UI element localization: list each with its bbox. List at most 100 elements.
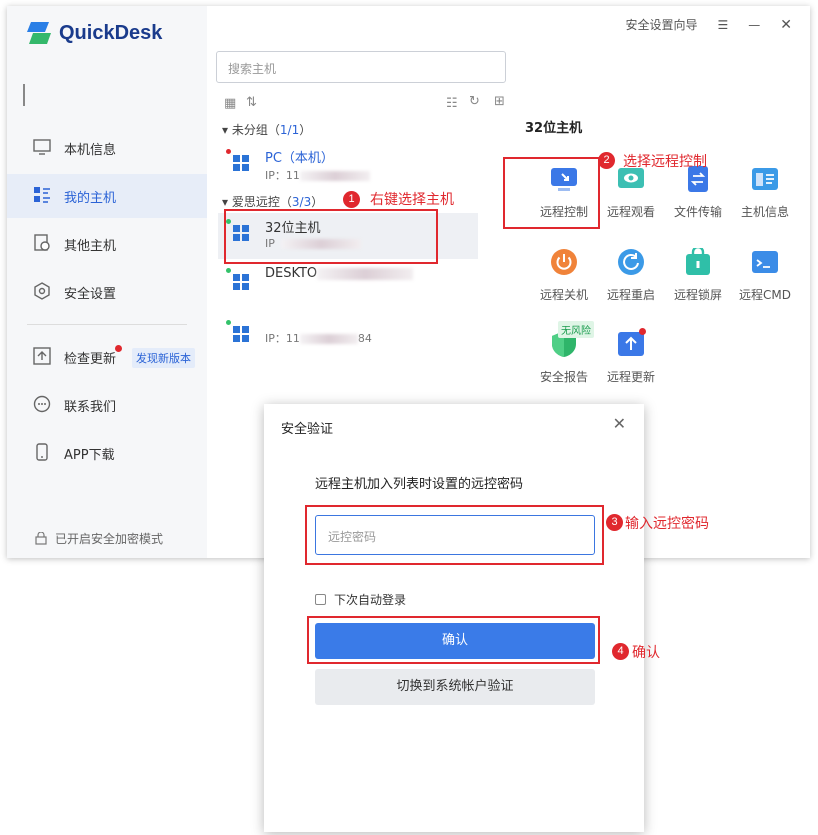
sidebar-item-app-download[interactable]: APP下载 [7,431,207,475]
monitor-icon [33,139,51,155]
highlight-box-remote-control [503,157,600,229]
sidebar-item-label: 检查更新 [64,352,117,367]
close-icon[interactable]: ✕ [780,17,792,33]
app-logo: QuickDesk [25,20,162,46]
lock-icon [35,532,47,545]
screenshot-stage: QuickDesk 本机信息 我的主机 其他主机 安全设置 检查更新 发现新版本… [0,0,818,835]
sidebar-item-label: 联系我们 [64,400,117,415]
sort-icon[interactable]: ⇅ [246,95,257,110]
annotation-text: 确认 [632,645,660,661]
annotation-text: 输入远控密码 [625,516,709,532]
host-item-desktop[interactable]: DESKTO [218,262,478,308]
app-name: QuickDesk [59,21,163,44]
list-view-icon[interactable]: ☷ [446,96,458,111]
sidebar-item-contact[interactable]: 联系我们 [7,383,207,427]
group-count: 1/1 [279,123,300,137]
windows-icon [233,274,249,290]
chat-icon [33,395,51,413]
step-number: 4 [612,643,629,660]
ip-redaction [299,171,370,181]
action-remote-shutdown[interactable]: 远程关机 [528,244,600,314]
action-remote-view[interactable]: 远程观看 [595,161,667,231]
auto-login-checkbox[interactable]: 下次自动登录 [315,591,406,608]
caret-down-icon: ▾ [222,123,229,137]
new-version-badge[interactable]: 发现新版本 [132,348,195,368]
sidebar-item-label: 本机信息 [64,143,117,158]
restart-icon [618,249,644,275]
caret-down-icon: ▾ [222,195,229,209]
search-placeholder: 搜索主机 [228,62,277,76]
add-icon[interactable]: ⊞ [494,94,505,109]
status-dot [226,320,231,325]
group-count: 3/3 [291,195,312,209]
checkbox-icon[interactable] [315,594,326,605]
risk-tag: 无风险 [558,321,594,338]
dialog-title: 安全验证 [281,422,334,437]
name-redaction [317,267,414,280]
ip-redaction [299,334,358,344]
shield-icon [34,282,50,300]
close-icon[interactable]: ✕ [613,414,626,433]
phone-icon [36,443,48,461]
annotation-text: 选择远程控制 [623,154,707,170]
host-item-pc[interactable]: PC（本机） IP：11 [218,143,478,189]
action-label: 安全报告 [539,370,588,384]
status-dot [226,268,231,273]
step-number: 3 [606,514,623,531]
group-name: 未分组 [231,123,268,137]
sidebar-item-my-hosts[interactable]: 我的主机 [7,174,207,218]
sidebar-item-local-info[interactable]: 本机信息 [7,126,207,170]
action-label: 远程重启 [606,288,655,302]
terminal-icon [752,251,778,273]
annotation-text: 右键选择主机 [370,192,454,208]
host-item-4[interactable]: IP：11 84 [218,314,478,360]
host-info-icon [752,168,778,190]
lock-screen-icon [686,248,710,275]
action-file-transfer[interactable]: 文件传输 [662,161,734,231]
checkbox-label: 下次自动登录 [334,593,407,607]
grid-view-icon[interactable]: ▦ [224,96,236,111]
window-header: 安全设置向导 ☰ — ✕ [625,16,792,33]
refresh-icon[interactable]: ↻ [469,94,480,109]
group-ungrouped[interactable]: ▾ 未分组（1/1） [222,121,311,138]
minimize-icon[interactable]: — [748,18,760,32]
action-remote-update[interactable]: 远程更新 [595,326,667,396]
security-wizard-link[interactable]: 安全设置向导 [625,16,697,33]
sidebar-item-label: 安全设置 [64,287,117,302]
upload-icon [33,347,51,365]
windows-icon [233,155,249,171]
host-name: DESKTO [265,266,414,281]
action-label: 主机信息 [740,205,789,219]
sidebar-item-label: 我的主机 [64,191,117,206]
history-icon [34,234,50,251]
host-ip: IP：11 84 [265,332,372,345]
panel-title: 32位主机 [525,121,583,136]
search-input[interactable]: 搜索主机 [216,51,506,83]
update-dot [639,328,646,335]
action-label: 远程关机 [539,288,588,302]
host-name: PC（本机） [265,151,334,166]
windows-icon [233,326,249,342]
highlight-box-confirm [307,616,600,664]
group-aisi[interactable]: ▾ 爱思远控（3/3） [222,193,323,210]
action-remote-lock[interactable]: 远程锁屏 [662,244,734,314]
action-label: 远程更新 [606,370,655,384]
sidebar-item-label: 其他主机 [64,239,117,254]
highlight-box-password [305,505,604,565]
host-list-icon [34,187,50,203]
power-icon [551,249,577,275]
highlight-box-host [224,209,438,264]
sidebar-item-security[interactable]: 安全设置 [7,270,207,314]
group-name: 爱思远控 [231,195,280,209]
sidebar: QuickDesk 本机信息 我的主机 其他主机 安全设置 检查更新 发现新版本… [7,6,207,558]
action-remote-cmd[interactable]: 远程CMD [729,244,801,314]
action-remote-restart[interactable]: 远程重启 [595,244,667,314]
update-dot [115,345,122,352]
sidebar-collapse-handle[interactable] [23,84,25,106]
menu-icon[interactable]: ☰ [718,18,729,32]
quickdesk-logo-icon [27,22,51,44]
host-ip: IP：11 [265,167,370,183]
switch-auth-button[interactable]: 切换到系统帐户验证 [315,669,595,705]
sidebar-item-other-hosts[interactable]: 其他主机 [7,222,207,266]
action-host-info[interactable]: 主机信息 [729,161,801,231]
